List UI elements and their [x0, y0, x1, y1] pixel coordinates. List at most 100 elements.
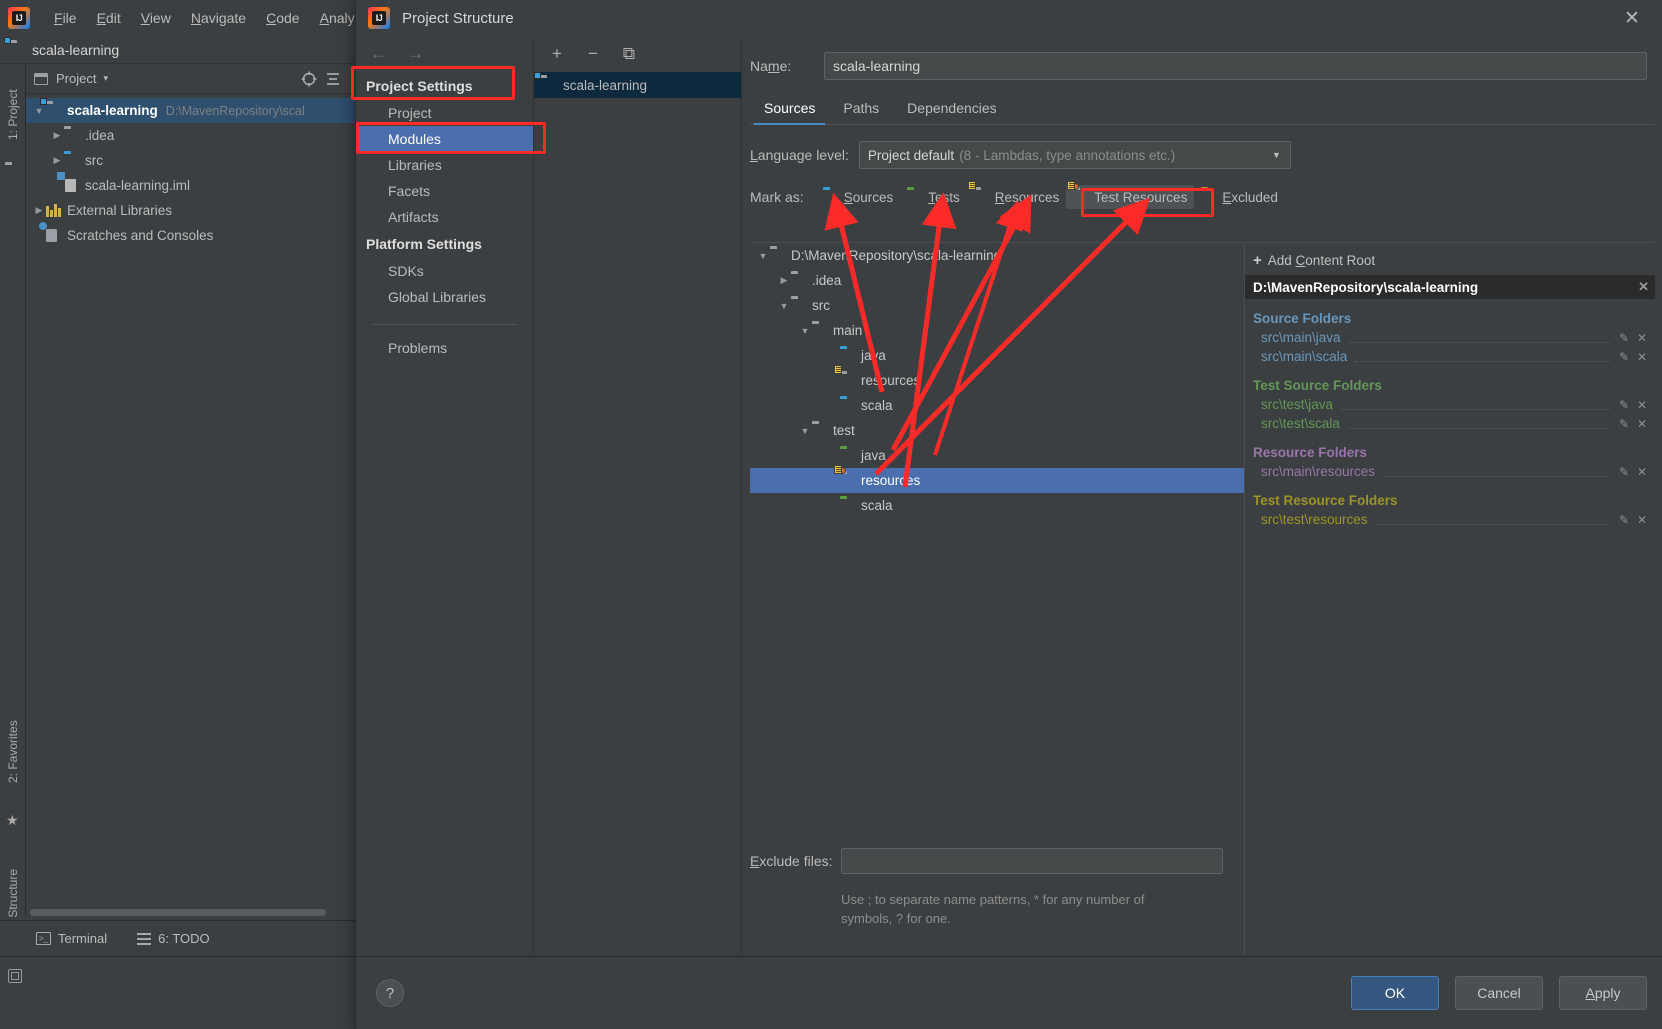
project-tree[interactable]: ▼ scala-learning D:\MavenRepository\scal… [26, 94, 356, 248]
expand-triangle-icon[interactable]: ▼ [756, 251, 770, 261]
terminal-icon: >_ [36, 932, 51, 945]
tree-row-iml[interactable]: scala-learning.iml [26, 171, 356, 198]
expand-triangle-icon[interactable]: ▶ [32, 205, 46, 216]
menu-item-file[interactable]: File [44, 7, 87, 29]
source-tree-row[interactable]: resources [750, 364, 1244, 393]
help-button[interactable]: ? [376, 979, 404, 1007]
expand-triangle-icon[interactable]: ▶ [777, 275, 791, 286]
remove-icon[interactable]: ✕ [1635, 417, 1649, 431]
tree-row-idea[interactable]: ▶ .idea [26, 123, 356, 148]
mark-as-excluded-button[interactable]: Excluded [1194, 185, 1285, 209]
expand-triangle-icon[interactable]: ▼ [777, 301, 791, 311]
project-pane-hscrollbar[interactable] [30, 908, 356, 917]
edit-icon[interactable]: ✎ [1617, 331, 1631, 345]
mark-as-tests-button[interactable]: Tests [900, 185, 967, 209]
ok-button[interactable]: OK [1351, 976, 1439, 1010]
back-arrow-icon[interactable]: ← [370, 44, 387, 64]
expand-triangle-icon[interactable]: ▼ [32, 106, 46, 116]
source-tree-row[interactable]: ▼ D:\MavenRepository\scala-learning [750, 243, 1244, 268]
group-test-source-folders: Test Source Folders [1253, 378, 1382, 393]
bottom-item-todo[interactable]: 6: TODO [137, 931, 210, 946]
tree-row-scratches[interactable]: Scratches and Consoles [26, 221, 356, 248]
source-tree-row[interactable]: ▼ main [750, 318, 1244, 343]
tree-row-src[interactable]: ▶ src [26, 148, 356, 173]
remove-icon[interactable]: ✕ [1635, 513, 1649, 527]
edit-icon[interactable]: ✎ [1617, 350, 1631, 364]
tab-sources[interactable]: Sources [750, 94, 829, 125]
bottom-item-terminal[interactable]: >_ Terminal [36, 931, 107, 946]
folder-path-row[interactable]: src\test\resources ✎ ✕ [1245, 510, 1655, 529]
collapse-all-icon[interactable] [324, 70, 342, 88]
folder-path-row[interactable]: src\main\scala ✎ ✕ [1245, 347, 1655, 366]
sidebar-item-project[interactable]: Project [356, 100, 533, 126]
source-tree-row[interactable]: ▼ test [750, 418, 1244, 443]
remove-module-button[interactable]: − [584, 44, 602, 63]
sidebar-item-libraries[interactable]: Libraries [356, 152, 533, 178]
edit-icon[interactable]: ✎ [1617, 398, 1631, 412]
tab-paths[interactable]: Paths [829, 94, 893, 124]
expand-triangle-icon[interactable]: ▶ [50, 155, 64, 166]
expand-triangle-icon[interactable]: ▼ [798, 426, 812, 436]
remove-icon[interactable]: ✕ [1635, 398, 1649, 412]
mark-as-resources-button[interactable]: Resources [967, 181, 1067, 209]
sidebar-item-favorites[interactable]: 2: Favorites [0, 704, 26, 800]
forward-arrow-icon[interactable]: → [407, 44, 424, 64]
sidebar-item-global-libraries[interactable]: Global Libraries [356, 284, 533, 310]
source-tree-row[interactable]: scala [750, 393, 1244, 418]
menu-item-edit[interactable]: Edit [87, 7, 131, 29]
expand-triangle-icon[interactable]: ▼ [798, 326, 812, 336]
add-module-button[interactable]: + [548, 44, 566, 63]
sidebar-item-project[interactable]: 1: Project [0, 72, 26, 158]
remove-icon[interactable]: ✕ [1635, 350, 1649, 364]
folder-path-row[interactable]: src\test\scala ✎ ✕ [1245, 414, 1655, 433]
menu-item-navigate[interactable]: Navigate [181, 7, 256, 29]
chevron-down-icon[interactable]: ▾ [103, 73, 108, 84]
locate-target-icon[interactable] [300, 70, 318, 88]
project-view-label: Project [56, 71, 97, 86]
sidebar-item-problems[interactable]: Problems [356, 335, 533, 361]
apply-button[interactable]: Apply [1559, 976, 1647, 1010]
source-tree-row[interactable]: java [750, 443, 1244, 468]
tree-row-scala-learning[interactable]: ▼ scala-learning D:\MavenRepository\scal [26, 97, 356, 123]
exclude-files-label: Exclude files: [750, 853, 833, 869]
remove-icon[interactable]: ✕ [1635, 465, 1649, 479]
exclude-files-input[interactable] [840, 848, 1223, 874]
chevron-down-icon[interactable]: ▼ [1272, 150, 1281, 160]
remove-icon[interactable]: ✕ [1635, 331, 1649, 345]
source-tree-row[interactable]: ▼ src [750, 293, 1244, 318]
source-tree-row[interactable]: scala [750, 493, 1244, 518]
module-name-input[interactable] [824, 52, 1647, 80]
sidebar-item-sdks[interactable]: SDKs [356, 258, 533, 284]
copy-module-button[interactable]: ⧉ [620, 44, 638, 63]
sidebar-item-facets[interactable]: Facets [356, 178, 533, 204]
folder-path-row[interactable]: src\main\java ✎ ✕ [1245, 328, 1655, 347]
source-tree-row[interactable]: java [750, 343, 1244, 368]
mark-as-test-resources-button[interactable]: Test Resources [1066, 181, 1195, 209]
edit-icon[interactable]: ✎ [1617, 513, 1631, 527]
module-list-item[interactable]: scala-learning [534, 72, 741, 98]
sidebar-item-modules[interactable]: Modules [356, 126, 533, 152]
source-tree-row-selected[interactable]: resources [750, 464, 1244, 493]
tree-item-label: Scratches and Consoles [67, 228, 214, 243]
source-tree-row[interactable]: ▶ .idea [750, 268, 1244, 293]
edit-icon[interactable]: ✎ [1617, 465, 1631, 479]
menu-item-code[interactable]: Code [256, 7, 309, 29]
mark-as-sources-button[interactable]: Sources [816, 185, 901, 209]
close-icon[interactable]: ✕ [1620, 6, 1644, 30]
source-tree-label: java [861, 448, 886, 463]
remove-content-root-icon[interactable]: ✕ [1638, 279, 1649, 295]
language-level-select[interactable]: Project default (8 - Lambdas, type annot… [858, 141, 1291, 169]
settings-nav-column: ← → Project Settings Project Modules Lib… [356, 36, 534, 956]
folder-path-row[interactable]: src\test\java ✎ ✕ [1245, 395, 1655, 414]
folder-path-row[interactable]: src\main\resources ✎ ✕ [1245, 462, 1655, 481]
tab-dependencies[interactable]: Dependencies [893, 94, 1011, 124]
menu-item-view[interactable]: View [131, 7, 181, 29]
language-level-value: Project default [867, 147, 955, 163]
layout-toggle-icon[interactable] [8, 969, 22, 983]
tree-row-external-libraries[interactable]: ▶ External Libraries [26, 198, 356, 223]
add-content-root-button[interactable]: + Add Content Root [1245, 249, 1655, 275]
edit-icon[interactable]: ✎ [1617, 417, 1631, 431]
sidebar-item-artifacts[interactable]: Artifacts [356, 204, 533, 230]
cancel-button[interactable]: Cancel [1455, 976, 1543, 1010]
expand-triangle-icon[interactable]: ▶ [50, 130, 64, 141]
